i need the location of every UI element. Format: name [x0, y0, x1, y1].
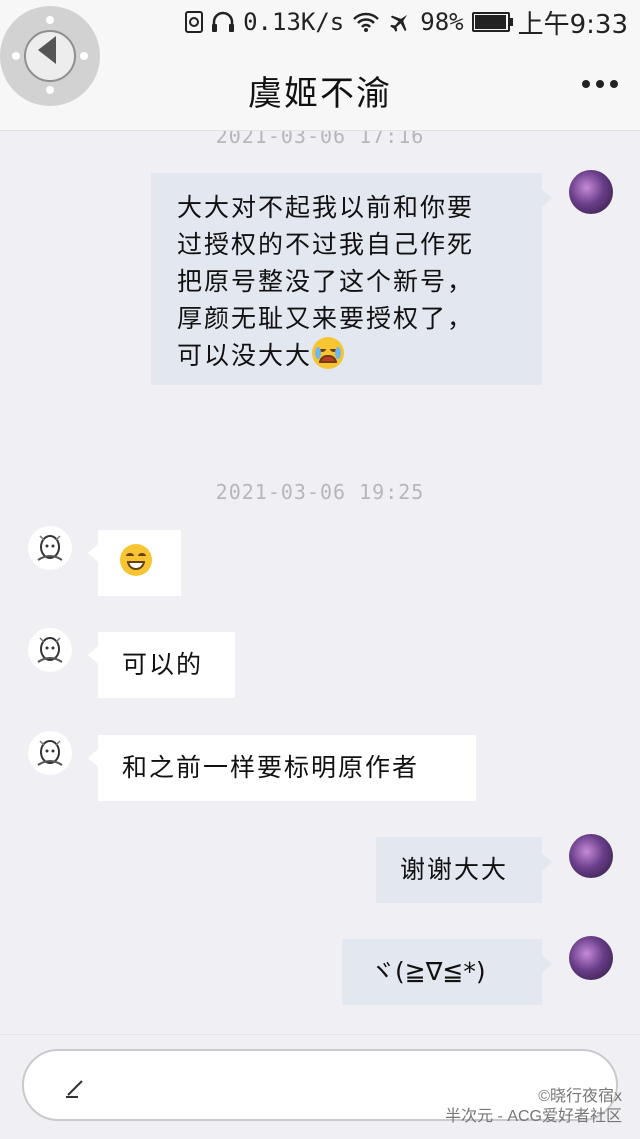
pencil-icon [64, 1077, 84, 1098]
message-bubble-them[interactable] [88, 530, 181, 596]
message-text: 可以的 [122, 650, 204, 679]
timestamp: 2021-03-06 19:25 [215, 480, 425, 504]
avatar-them[interactable] [28, 526, 72, 570]
clock: 上午9:33 [517, 9, 628, 40]
back-icon [38, 36, 56, 64]
avatar-them[interactable] [28, 628, 72, 672]
message-line: 把原号整没了这个新号， [177, 267, 475, 296]
more-dot [582, 80, 590, 88]
message-text: 和之前一样要标明原作者 [122, 753, 420, 782]
more-icon[interactable] [582, 80, 618, 88]
battery-icon [471, 12, 513, 32]
battery-fill [474, 15, 506, 29]
message-bubble-me[interactable]: ヾ(≧∇≦*) [342, 939, 552, 1005]
message-bubble-me[interactable]: 大大对不起我以前和你要 过授权的不过我自己作死 把原号整没了这个新号， 厚颜无耻… [151, 173, 552, 385]
headphones-icon [211, 11, 235, 33]
emoji-mouth [127, 561, 145, 570]
back-button[interactable] [0, 6, 100, 106]
emoji-mouth [319, 355, 338, 363]
avatar-them[interactable] [28, 731, 72, 775]
grin-emoji-icon [120, 544, 152, 576]
emoji-eye [138, 553, 146, 559]
message-bubble-me[interactable]: 谢谢大大 [376, 837, 552, 903]
message-line: 可以没大大 [177, 337, 526, 374]
message-text: 谢谢大大 [400, 855, 509, 884]
emoji-eye [126, 553, 134, 559]
crying-emoji-icon [312, 337, 345, 369]
wifi-icon [352, 11, 380, 33]
avatar-me[interactable] [569, 170, 613, 214]
message-text: ヾ(≧∇≦*) [370, 957, 486, 986]
message-bubble-them[interactable]: 可以的 [88, 632, 235, 698]
message-text: 可以没大大 [177, 341, 313, 370]
watermark-site: 半次元 - ACG爱好者社区 [445, 1108, 622, 1125]
avatar-me[interactable] [569, 834, 613, 878]
avatar-me[interactable] [569, 936, 613, 980]
network-speed: 0.13K/s [243, 8, 345, 36]
airplane-icon [388, 10, 412, 34]
message-line: 大大对不起我以前和你要 [177, 193, 475, 222]
message-line: 厚颜无耻又来要授权了， [177, 304, 475, 333]
back-button-dot [80, 52, 88, 60]
message-line: 过授权的不过我自己作死 [177, 230, 475, 259]
more-dot [596, 80, 604, 88]
emoji-tear [335, 347, 342, 359]
more-dot [610, 80, 618, 88]
status-bar-right: 0.13K/s 98% 上午9:33 [185, 4, 628, 40]
back-button-dot [46, 86, 54, 94]
back-button-dot [46, 16, 54, 24]
back-button-dot [12, 52, 20, 60]
sim-icon [185, 11, 204, 33]
message-bubble-them[interactable]: 和之前一样要标明原作者 [88, 735, 476, 801]
battery-percent: 98% [420, 8, 464, 36]
